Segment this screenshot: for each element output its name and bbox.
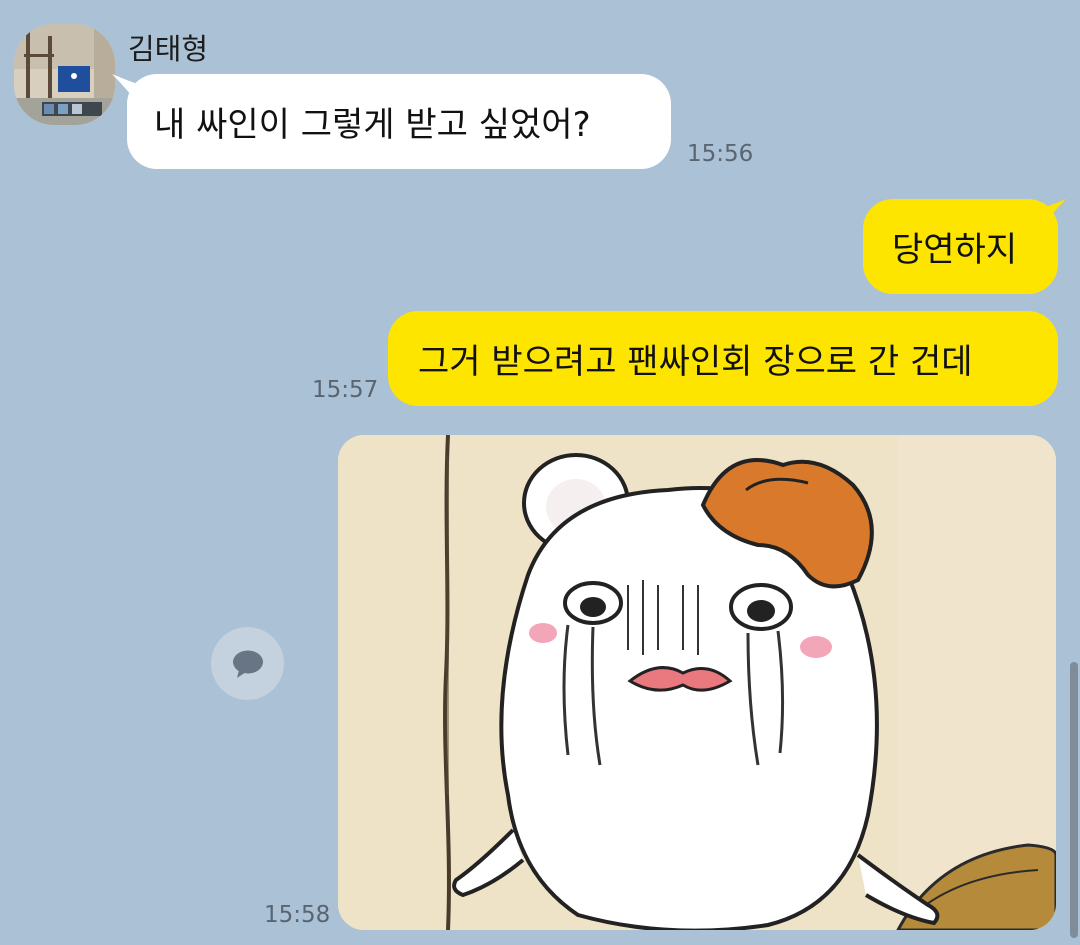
- photo-message[interactable]: [338, 435, 1056, 930]
- message-time: 15:56: [687, 141, 754, 167]
- incoming-message-bubble[interactable]: 내 싸인이 그렇게 받고 싶었어?: [127, 74, 671, 169]
- avatar[interactable]: [14, 24, 115, 125]
- avatar-photo: [14, 24, 115, 125]
- scrollbar[interactable]: [1070, 662, 1078, 938]
- outgoing-message-bubble[interactable]: 그거 받으려고 팬싸인회 장으로 간 건데: [388, 311, 1058, 406]
- hamster-crying-image: [338, 435, 1056, 930]
- message-time: 15:57: [312, 377, 379, 403]
- sender-name: 김태형: [128, 32, 209, 66]
- share-button[interactable]: [211, 627, 284, 700]
- outgoing-message-bubble[interactable]: 당연하지: [863, 199, 1058, 294]
- message-text: 내 싸인이 그렇게 받고 싶었어?: [154, 105, 591, 145]
- message-time: 15:58: [264, 902, 331, 928]
- message-text: 당연하지: [892, 230, 1018, 270]
- speech-bubble-icon: [232, 650, 263, 678]
- message-text: 그거 받으려고 팬싸인회 장으로 간 건데: [418, 342, 973, 382]
